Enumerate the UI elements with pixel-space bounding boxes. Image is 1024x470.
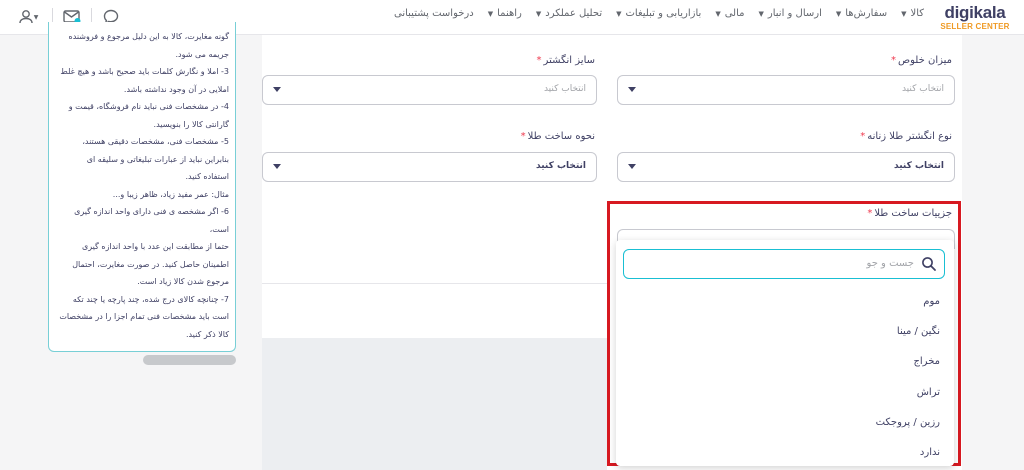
guide-panel: گونه مغایرت، کالا به این دلیل مرجوع و فر… (48, 22, 236, 352)
required-mark: * (891, 55, 897, 66)
purity-label: میزان خلوص* (891, 55, 952, 66)
caret-down-icon (273, 164, 281, 169)
guide-line: 6- اگر مشخصه ی فنی دارای واحد اندازه گیر… (74, 207, 229, 234)
craft-details-label: جزییات ساخت طلا* (867, 208, 952, 219)
caret-down-icon (273, 87, 281, 92)
nav-item-products[interactable]: کالا ▼ (901, 8, 924, 19)
guide-line: استفاده کنید. (185, 172, 230, 181)
nav-item-label: راهنما (497, 8, 522, 19)
caret-down-icon (628, 164, 636, 169)
guide-line: کالا ذکر کنید. (185, 329, 229, 339)
dropdown-search-input[interactable]: جست و جو (623, 249, 945, 279)
chevron-down-icon: ▼ (33, 13, 39, 21)
craft-method-select[interactable]: انتخاب کنید (262, 152, 597, 182)
search-icon (922, 257, 936, 271)
main-nav: کالا ▼ سفارش‌ها ▼ ارسال و انبار ▼ مالی ▼ باز… (394, 8, 924, 19)
nav-item-marketing[interactable]: بازاریابی و تبلیغات ▼ (616, 8, 701, 19)
guide-line: گونه مغایرت، کالا به این دلیل مرجوع و فر… (68, 32, 230, 41)
craft-method-label: نحوه ساخت طلا* (521, 131, 595, 142)
dropdown-option-none[interactable]: ندارد (920, 447, 940, 458)
required-mark: * (867, 208, 873, 219)
horizontal-scrollbar[interactable] (143, 355, 236, 365)
logo-brand: digikala (944, 3, 1006, 22)
nav-item-shipping[interactable]: ارسال و انبار ▼ (759, 8, 822, 19)
image-upload-area (262, 338, 607, 470)
guide-text: گونه مغایرت، کالا به این دلیل مرجوع و فر… (59, 28, 229, 343)
label-text: سایز انگشتر (543, 55, 595, 66)
nav-item-orders[interactable]: سفارش‌ها ▼ (836, 8, 887, 19)
nav-item-analytics[interactable]: تحلیل عملکرد ▼ (536, 8, 602, 19)
label-text: نوع انگشتر طلا زنانه (867, 131, 952, 142)
chevron-down-icon: ▼ (758, 9, 764, 18)
guide-line: گارانتی کالا را بنویسید. (153, 119, 229, 129)
chevron-down-icon: ▼ (901, 9, 907, 18)
nav-item-support[interactable]: درخواست پشتیبانی (394, 8, 474, 19)
guide-line: است باید مشخصات فنی تمام اجزا را در مشخص… (59, 312, 229, 321)
chevron-down-icon: ▼ (835, 9, 842, 18)
chevron-down-icon: ▼ (616, 9, 622, 18)
divider (262, 283, 607, 284)
caret-down-icon (628, 87, 636, 92)
guide-line: اطمینان حاصل کنید. در صورت مغایرت، احتما… (72, 259, 229, 269)
guide-line: 5- مشخصات فنی، مشخصات دقیقی هستند، (82, 137, 229, 146)
label-text: نحوه ساخت طلا (527, 131, 595, 142)
ring-type-label: نوع انگشتر طلا زنانه* (860, 131, 952, 142)
chevron-down-icon: ▼ (535, 9, 542, 18)
guide-line: حتما از مطابقت این عدد با واحد اندازه گی… (81, 242, 229, 251)
guide-line: بنابراین نباید از عبارات تبلیغاتی و سلیق… (86, 154, 229, 164)
user-menu-button[interactable]: ▼ (14, 6, 44, 28)
select-value: انتخاب کنید (536, 161, 586, 171)
purity-select[interactable]: انتخاب کنید (617, 75, 955, 105)
label-text: میزان خلوص (898, 55, 952, 66)
search-placeholder: جست و جو (866, 258, 914, 269)
dropdown-option-stone-enamel[interactable]: نگین / مینا (897, 326, 940, 337)
nav-item-label: درخواست پشتیبانی (394, 8, 474, 19)
user-icon (18, 10, 33, 24)
guide-line: جریمه می شود. (175, 49, 229, 59)
required-mark: * (860, 131, 866, 142)
select-value: انتخاب کنید (894, 161, 944, 171)
chevron-down-icon: ▼ (487, 9, 494, 18)
nav-item-label: کالا (910, 8, 924, 19)
dropdown-option-cut[interactable]: تراش (917, 387, 940, 398)
guide-line: 7- چنانچه کالای درج شده، چند پارچه یا چن… (72, 294, 229, 304)
nav-item-label: ارسال و انبار (767, 8, 822, 19)
ring-size-select[interactable]: انتخاب کنید (262, 75, 597, 105)
required-mark: * (520, 131, 526, 142)
dropdown-option-setting[interactable]: مخراج (913, 356, 940, 367)
guide-line: 3- املا و نگارش کلمات باید صحیح باشد و ه… (60, 67, 229, 76)
dropdown-menu: جست و جو موم نگین / مینا مخراج تراش رزین… (616, 240, 954, 466)
logo-subtitle: SELLER CENTER (940, 22, 1010, 31)
ring-size-label: سایز انگشتر* (537, 55, 595, 66)
logo[interactable]: digikala SELLER CENTER (940, 4, 1010, 32)
guide-line: املایی در آن وجود نداشته باشد. (123, 84, 229, 94)
dropdown-option-resin[interactable]: رزین / پروجکت (876, 417, 940, 428)
dropdown-option-wax[interactable]: موم (923, 296, 940, 307)
required-mark: * (536, 55, 542, 66)
nav-item-label: بازاریابی و تبلیغات (625, 8, 702, 19)
guide-line: 4- در مشخصات فنی نباید نام فروشگاه، قیمت… (68, 102, 229, 111)
nav-item-label: تحلیل عملکرد (545, 8, 603, 19)
nav-item-label: سفارش‌ها (845, 8, 888, 19)
chevron-down-icon: ▼ (715, 9, 721, 18)
nav-item-label: مالی (724, 8, 745, 19)
nav-item-help[interactable]: راهنما ▼ (488, 8, 522, 19)
ring-type-select[interactable]: انتخاب کنید (617, 152, 955, 182)
select-placeholder: انتخاب کنید (901, 84, 944, 94)
guide-line: مرجوع شدن کالا زیاد است. (137, 277, 229, 286)
nav-item-finance[interactable]: مالی ▼ (715, 8, 744, 19)
label-text: جزییات ساخت طلا (874, 208, 952, 219)
guide-line: مثال: عمر مفید زیاد، ظاهر زیبا و... (112, 189, 229, 199)
select-placeholder: انتخاب کنید (543, 84, 586, 94)
